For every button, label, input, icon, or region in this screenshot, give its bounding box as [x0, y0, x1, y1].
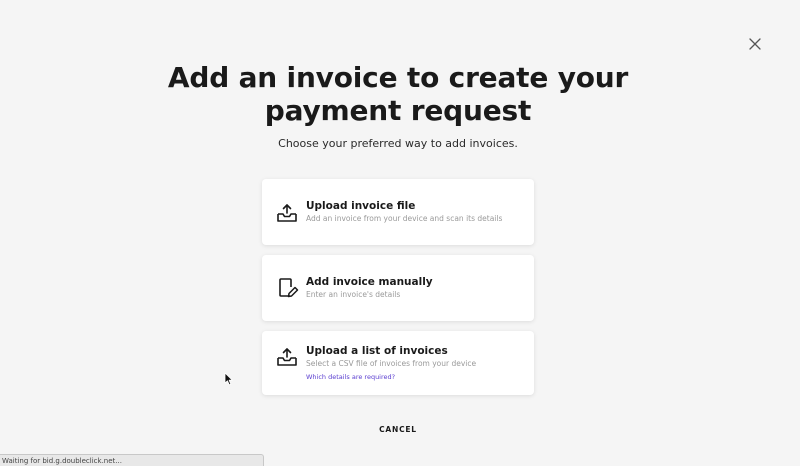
option-title: Upload invoice file — [306, 200, 416, 212]
close-icon[interactable] — [746, 35, 764, 53]
page-subtitle: Choose your preferred way to add invoice… — [278, 137, 518, 150]
mouse-cursor-icon — [224, 372, 234, 386]
upload-tray-icon — [275, 345, 299, 369]
option-title: Add invoice manually — [306, 276, 433, 288]
browser-status-bar: Waiting for bid.g.doubleclick.net... — [0, 454, 264, 466]
cancel-button[interactable]: CANCEL — [348, 424, 448, 436]
option-description: Select a CSV file of invoices from your … — [306, 359, 477, 368]
required-details-link[interactable]: Which details are required? — [306, 373, 395, 382]
page-title: Add an invoice to create your payment re… — [167, 61, 629, 127]
upload-invoice-file-option[interactable]: Upload invoice file Add an invoice from … — [262, 179, 534, 245]
document-edit-icon — [275, 276, 299, 300]
add-invoice-manually-option[interactable]: Add invoice manually Enter an invoice's … — [262, 255, 534, 321]
option-title: Upload a list of invoices — [306, 345, 448, 357]
option-description: Enter an invoice's details — [306, 290, 401, 299]
option-description: Add an invoice from your device and scan… — [306, 214, 503, 223]
close-button[interactable] — [746, 35, 764, 53]
modal-page: Add an invoice to create your payment re… — [0, 0, 800, 466]
upload-list-of-invoices-option[interactable]: Upload a list of invoices Select a CSV f… — [262, 331, 534, 395]
upload-tray-icon — [275, 201, 299, 225]
